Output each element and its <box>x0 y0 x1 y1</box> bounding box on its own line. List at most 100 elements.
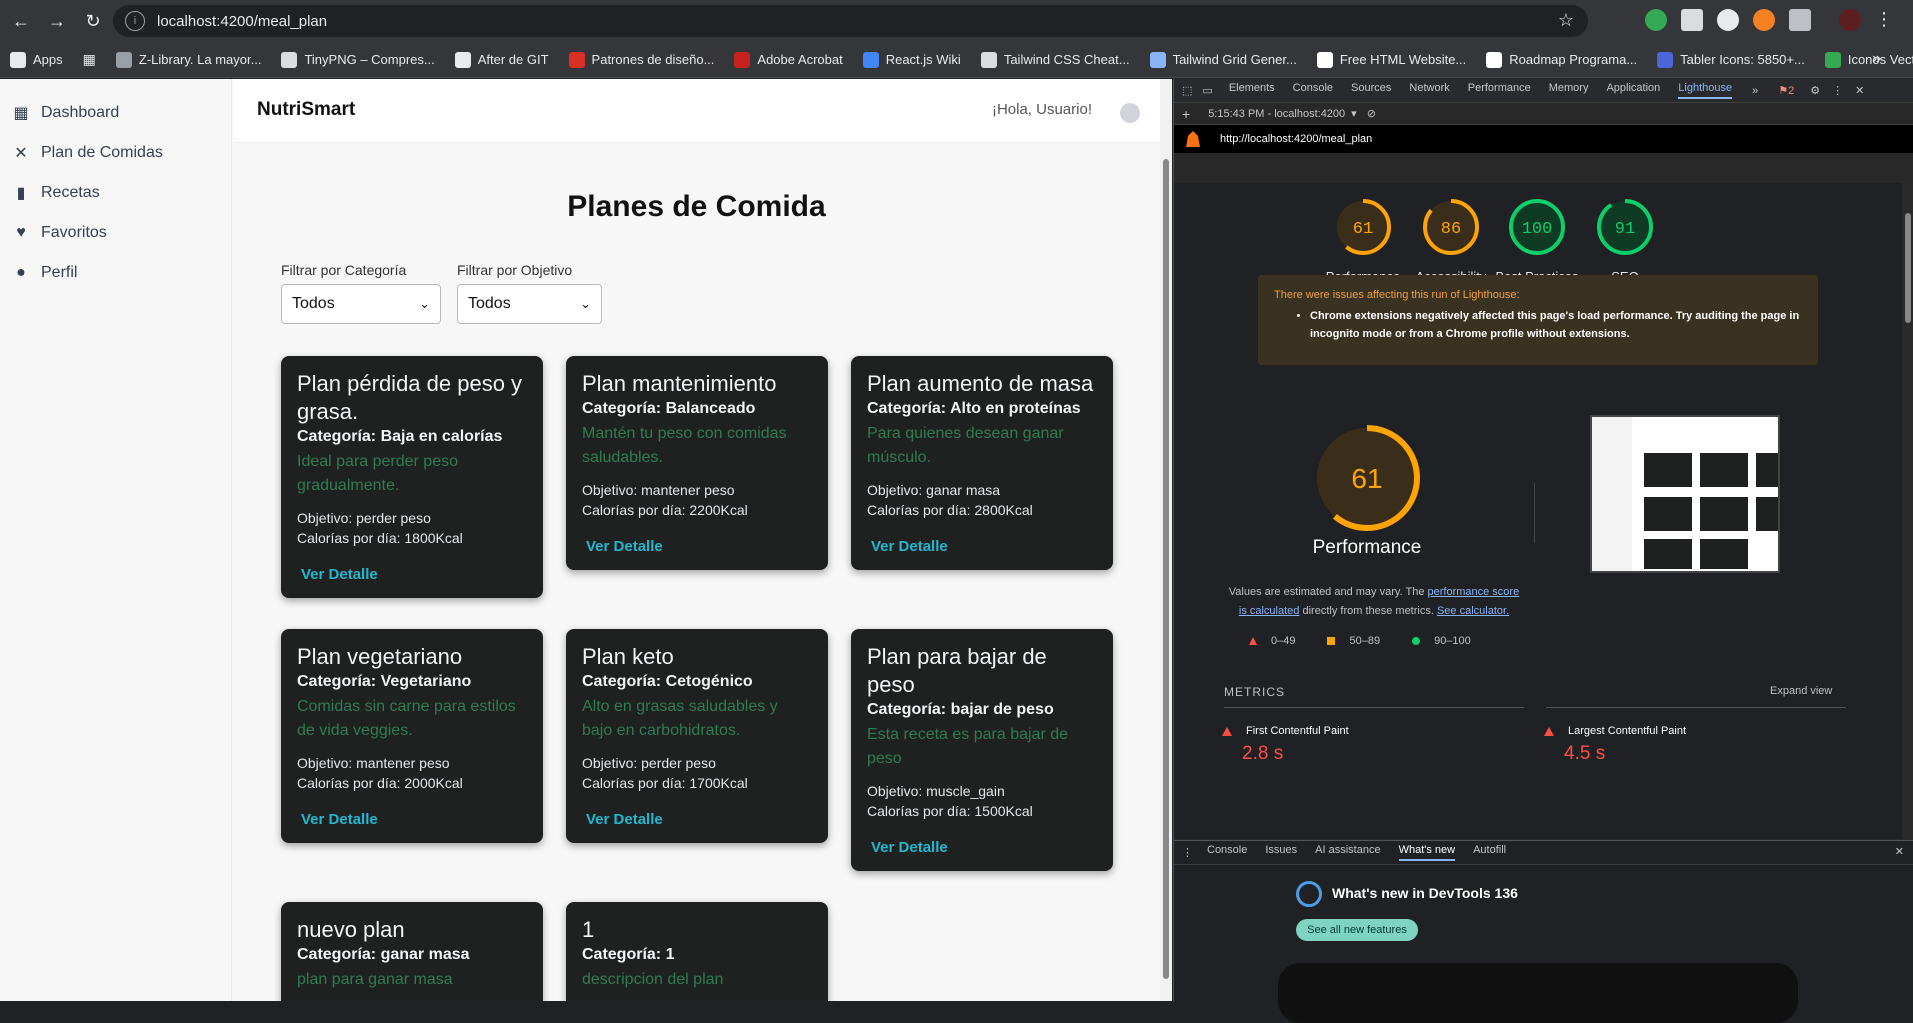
page-scrollbar[interactable] <box>1160 79 1172 1001</box>
bookmark-item[interactable]: Tailwind CSS Cheat... <box>980 51 1130 68</box>
plus-icon[interactable]: + <box>1182 106 1190 122</box>
thumbnail-sidebar <box>1592 417 1632 571</box>
main-content: Planes de Comida Filtrar por Categoría T… <box>233 144 1160 1001</box>
bookmark-item[interactable]: Iconos Vector Gratis... <box>1824 51 1913 68</box>
score-gauge-seo[interactable]: 91SEO <box>1580 197 1670 285</box>
drawer-tab-what-s-new[interactable]: What's new <box>1398 844 1456 861</box>
tab-performance[interactable]: Performance <box>1468 82 1531 99</box>
warning-text: Chrome extensions negatively affected th… <box>1310 307 1802 343</box>
divider <box>1224 707 1524 708</box>
site-info-icon[interactable]: i <box>125 11 145 31</box>
clear-icon[interactable]: ⊘ <box>1367 107 1376 120</box>
bookmark-item[interactable]: Tailwind Grid Gener... <box>1149 51 1297 68</box>
back-icon[interactable]: ← <box>6 6 36 36</box>
drawer-tab-ai-assistance[interactable]: AI assistance <box>1315 844 1380 861</box>
bookmark-item[interactable]: TinyPNG – Compres... <box>281 51 435 68</box>
tab-console[interactable]: Console <box>1293 82 1333 99</box>
more-tabs-icon[interactable]: » <box>1752 85 1758 97</box>
bookmark-item[interactable]: After de GIT <box>454 51 549 68</box>
report-url[interactable]: http://localhost:4200/meal_plan <box>1220 133 1372 145</box>
score-gauge-best-practices[interactable]: 100Best Practices <box>1492 197 1582 285</box>
tab-network[interactable]: Network <box>1409 82 1449 99</box>
drawer-tab-autofill[interactable]: Autofill <box>1473 844 1506 861</box>
pass-circle-icon <box>1412 637 1421 645</box>
extension-icon[interactable] <box>1717 9 1739 31</box>
brand-logo[interactable]: NutriSmart <box>257 99 355 121</box>
issues-badge[interactable]: ⚑2 <box>1778 84 1794 97</box>
menu-dots-icon[interactable]: ⋮ <box>1182 846 1193 859</box>
profile-avatar[interactable] <box>1839 9 1861 31</box>
view-detail-button[interactable]: Ver Detalle <box>871 538 948 555</box>
more-bookmarks-icon[interactable]: » <box>1872 50 1881 68</box>
chevron-down-icon[interactable]: ▾ <box>1351 107 1357 120</box>
address-bar[interactable]: i localhost:4200/meal_plan ☆ <box>113 5 1588 37</box>
bookmark-item[interactable]: Adobe Acrobat <box>734 51 843 68</box>
reload-icon[interactable]: ↻ <box>78 6 108 36</box>
divider <box>1546 707 1846 708</box>
bookmark-item[interactable]: Apps <box>10 51 63 68</box>
close-icon[interactable]: ✕ <box>1895 845 1904 858</box>
scrollbar-thumb[interactable] <box>1163 159 1169 979</box>
scrollbar-thumb[interactable] <box>1905 213 1911 323</box>
report-scrollbar[interactable] <box>1902 183 1913 839</box>
goal-select[interactable]: Todos ⌄ <box>457 284 602 324</box>
bookmark-item[interactable]: Patrones de diseño... <box>568 51 714 68</box>
whats-new-card[interactable] <box>1278 963 1798 1023</box>
close-icon[interactable]: ✕ <box>1855 84 1864 97</box>
address-url[interactable]: localhost:4200/meal_plan <box>157 13 327 30</box>
bookmark-favicon-icon <box>1149 51 1166 68</box>
view-detail-button[interactable]: Ver Detalle <box>301 811 378 828</box>
view-detail-button[interactable]: Ver Detalle <box>871 839 948 856</box>
bookmark-label: Adobe Acrobat <box>757 52 843 67</box>
calculator-link[interactable]: See calculator. <box>1437 605 1509 617</box>
tab-lighthouse[interactable]: Lighthouse <box>1678 82 1733 99</box>
bookmark-item[interactable]: Roadmap Programa... <box>1486 51 1637 68</box>
report-selector[interactable]: 5:15:43 PM - localhost:4200 <box>1208 108 1345 120</box>
drawer-tab-console[interactable]: Console <box>1207 844 1247 861</box>
tab-application[interactable]: Application <box>1606 82 1660 99</box>
extension-icon[interactable] <box>1681 9 1703 31</box>
sidebar-item-recetas[interactable]: ▮ Recetas <box>0 173 231 213</box>
drawer-tabs: ⋮ Console Issues AI assistance What's new Au… <box>1174 841 1913 865</box>
puzzle-icon[interactable] <box>1789 9 1811 31</box>
chrome-devtools-icon <box>1296 881 1322 907</box>
menu-dots-icon[interactable]: ⋮ <box>1832 84 1843 97</box>
page-screenshot-thumbnail[interactable] <box>1590 415 1780 573</box>
bookmark-star-icon[interactable]: ☆ <box>1558 10 1574 31</box>
expand-view-button[interactable]: Expand view <box>1770 685 1832 697</box>
bookmark-label: Tailwind Grid Gener... <box>1172 52 1297 67</box>
sidebar-item-plan-de-comidas[interactable]: ✕ Plan de Comidas <box>0 133 231 173</box>
inspect-icon[interactable]: ⬚ <box>1182 84 1192 97</box>
bookmark-item[interactable]: React.js Wiki <box>862 51 961 68</box>
category-select[interactable]: Todos ⌄ <box>281 284 441 324</box>
sidebar-item-perfil[interactable]: ● Perfil <box>0 253 231 293</box>
sidebar-item-favoritos[interactable]: ♥ Favoritos <box>0 213 231 253</box>
metric-fcp: First Contentful Paint 2.8 s <box>1208 725 1349 765</box>
extension-icon[interactable] <box>1753 9 1775 31</box>
tab-elements[interactable]: Elements <box>1229 82 1275 99</box>
extension-icon[interactable] <box>1645 9 1667 31</box>
bookmark-item[interactable]: Tabler Icons: 5850+... <box>1657 51 1805 68</box>
device-toolbar-icon[interactable]: ▭ <box>1202 84 1212 97</box>
forward-icon[interactable]: → <box>42 6 72 36</box>
bookmark-item[interactable]: Free HTML Website... <box>1316 51 1466 68</box>
score-gauge-performance[interactable]: 61Performance <box>1318 197 1408 285</box>
plan-calories: Calorías por día: 1500Kcal <box>867 803 1033 819</box>
see-all-features-button[interactable]: See all new features <box>1296 919 1418 941</box>
sidebar-item-dashboard[interactable]: ▦ Dashboard <box>0 93 231 133</box>
tab-groups-icon[interactable]: ▦ <box>83 51 96 68</box>
plan-description: Comidas sin carne para estilos de vida v… <box>297 698 516 739</box>
view-detail-button[interactable]: Ver Detalle <box>586 811 663 828</box>
bookmark-item[interactable]: Z-Library. La mayor... <box>115 51 261 68</box>
settings-gear-icon[interactable]: ⚙ <box>1810 84 1820 97</box>
bookmark-favicon-icon <box>862 51 879 68</box>
score-gauge-accessibility[interactable]: 86Accessibility <box>1406 197 1496 285</box>
view-detail-button[interactable]: Ver Detalle <box>586 538 663 555</box>
tab-memory[interactable]: Memory <box>1549 82 1589 99</box>
drawer-tab-issues[interactable]: Issues <box>1265 844 1297 861</box>
tab-sources[interactable]: Sources <box>1351 82 1391 99</box>
avatar[interactable] <box>1120 103 1140 123</box>
menu-dots-icon[interactable]: ⋮ <box>1875 9 1893 31</box>
view-detail-button[interactable]: Ver Detalle <box>301 566 378 583</box>
